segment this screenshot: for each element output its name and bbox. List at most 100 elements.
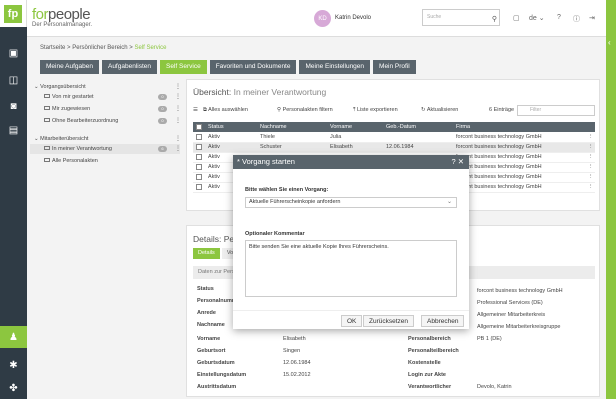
language-label: de [529,15,537,22]
folder-icon [44,106,50,110]
tree-item-verantwortung[interactable]: In meiner Verantwortung 6 ⋮ [30,144,181,154]
rail-tools-icon[interactable]: ✤ [5,380,22,397]
user-name[interactable]: Katrin Devolo [335,15,371,21]
checkbox[interactable] [196,183,202,190]
ok-button[interactable]: OK [341,315,363,327]
rail-home-icon[interactable]: ▣ [5,45,22,62]
kebab-icon[interactable]: ⋮ [175,134,181,144]
tab-einstellungen[interactable]: Meine Einstellungen [299,60,371,74]
right-collapse-strip[interactable]: ‹ [606,0,616,399]
tree-item-mir-zugewiesen[interactable]: Mir zugewiesen 0 ⋮ [30,104,181,114]
kebab-icon[interactable]: ⋮ [175,116,181,126]
checkbox[interactable] [196,143,202,150]
help-icon[interactable]: ? [451,157,455,166]
reset-button[interactable]: Zurücksetzen [363,315,415,327]
tab-meine-aufgaben[interactable]: Meine Aufgaben [40,60,99,74]
column-header-status[interactable]: Status [205,122,257,132]
cancel-button[interactable]: Abbrechen [421,315,465,327]
field-label: Verantwortlicher [408,384,452,390]
tab-profil[interactable]: Mein Profil [373,60,416,74]
breadcrumb-personal[interactable]: Persönlicher Bereich [72,45,127,51]
kebab-icon[interactable]: ⋮ [585,172,595,183]
rail-folder-icon[interactable]: ◙ [5,98,22,115]
checkbox[interactable] [196,123,202,130]
select-all-button[interactable]: ⧉ Alles auswählen [203,107,248,114]
process-select[interactable]: Aktuelle Führerscheinkopie anfordern ⌄ [245,197,457,208]
help-icon[interactable]: ? [557,14,561,21]
kebab-icon[interactable]: ⋮ [585,152,595,163]
chevron-down-icon[interactable]: ⌄ [447,198,452,207]
tab-self-service[interactable]: Self Service [160,60,207,74]
filter-records-button[interactable]: ⚲ Personalakten filtern [277,107,333,113]
tree-item-ohne-bearbeiter[interactable]: Ohne Bearbeiterzuordnung 0 ⋮ [30,116,181,126]
tab-details[interactable]: Details [193,248,220,259]
tab-aufgabenlisten[interactable]: Aufgabenlisten [101,60,157,74]
tree-item-label: Ohne Bearbeiterzuordnung [52,118,119,124]
breadcrumb-home[interactable]: Startseite [40,45,65,51]
tree-item-alle-akten[interactable]: Alle Personalakten [30,156,180,166]
column-menu[interactable] [585,122,595,132]
breadcrumb: Startseite > Persönlicher Bereich > Self… [40,45,166,51]
checkbox[interactable] [196,153,202,160]
dialog-controls: ? ✕ [451,155,464,169]
field-value: Professional Services (DE) [477,300,543,306]
language-select[interactable]: de ⌄ [529,14,545,22]
info-icon[interactable]: ⓘ [573,14,580,24]
header-checkbox[interactable] [193,122,205,132]
panel-title: Übersicht: In meiner Verantwortung [193,87,326,97]
kebab-icon[interactable]: ⋮ [585,142,595,153]
kebab-icon[interactable]: ⋮ [175,104,181,114]
overview-title: Übersicht: [193,87,232,97]
kebab-icon[interactable]: ⋮ [585,132,595,143]
process-select-label: Bitte wählen Sie einen Vorgang: [245,187,329,193]
search-placeholder: Suche [427,14,442,20]
column-header-geburtsdatum[interactable]: Geb.-Datum [383,122,453,132]
refresh-button[interactable]: ↻ Aktualisieren [421,107,458,113]
columns-icon[interactable]: ☰ [193,107,198,113]
tab-favoriten[interactable]: Favoriten und Dokumente [209,60,297,74]
cell-vorname: Elisabeth [327,142,383,153]
column-header-firma[interactable]: Firma [453,122,585,132]
checkbox[interactable] [196,133,202,140]
column-header-nachname[interactable]: Nachname [257,122,327,132]
export-button[interactable]: ⤒ Liste exportieren [353,107,398,114]
filter-input[interactable]: Filter [517,105,595,116]
rail-list-icon[interactable]: ▤ [5,122,22,139]
search-input[interactable]: Suche ⚲ [422,9,500,26]
cell-firma: forcont business technology GmbH [453,162,585,173]
toolbar: ☰ ⧉ Alles auswählen ⚲ Personalakten filt… [193,105,595,117]
tree-group-vorgaenge[interactable]: ⌄ Vorgangsübersicht ⋮ [30,82,181,92]
folder-icon [44,146,50,150]
table-row[interactable]: Aktiv Schuster Elisabeth 12.06.1984 forc… [193,142,595,153]
chevron-left-icon[interactable]: ‹ [608,38,611,47]
checkbox[interactable] [196,173,202,180]
kebab-icon[interactable]: ⋮ [175,144,181,154]
entry-count: 6 Einträge [489,107,515,113]
document-icon[interactable]: ▢ [513,14,520,22]
rail-settings-icon[interactable]: ✱ [5,357,22,374]
kebab-icon[interactable]: ⋮ [175,82,181,92]
kebab-icon[interactable]: ⋮ [585,162,595,173]
tree-item-label: In meiner Verantwortung [52,146,112,152]
comment-textarea[interactable]: Bitte senden Sie eine aktuelle Kopie Ihr… [245,240,457,297]
cell-nachname: Thiele [257,132,327,143]
rail-user-icon[interactable]: ♟ [0,326,27,348]
avatar[interactable]: KD [314,10,331,27]
checkbox[interactable] [196,163,202,170]
field-value: Allgemeiner Mitarbeiterkreis [477,312,546,318]
tree-item-von-mir[interactable]: Von mir gestartet 0 ⋮ [30,92,181,102]
close-icon[interactable]: ✕ [458,157,464,166]
tree-group-mitarbeiter[interactable]: ⌄ Mitarbeiterübersicht ⋮ [30,134,181,144]
folder-icon [44,118,50,122]
rail-document-icon[interactable]: ◫ [5,72,22,89]
cell-firma: forcont business technology GmbH [453,132,585,143]
kebab-icon[interactable]: ⋮ [175,92,181,102]
brand-right: people [48,6,91,23]
kebab-icon[interactable]: ⋮ [585,182,595,193]
cell-firma: forcont business technology GmbH [453,152,585,163]
field-label: Austrittsdatum [197,384,237,390]
table-row[interactable]: Aktiv Thiele Julia forcont business tech… [193,132,595,143]
column-header-vorname[interactable]: Vorname [327,122,383,132]
logout-icon[interactable]: ⇥ [589,14,595,22]
search-icon[interactable]: ⚲ [492,12,497,27]
